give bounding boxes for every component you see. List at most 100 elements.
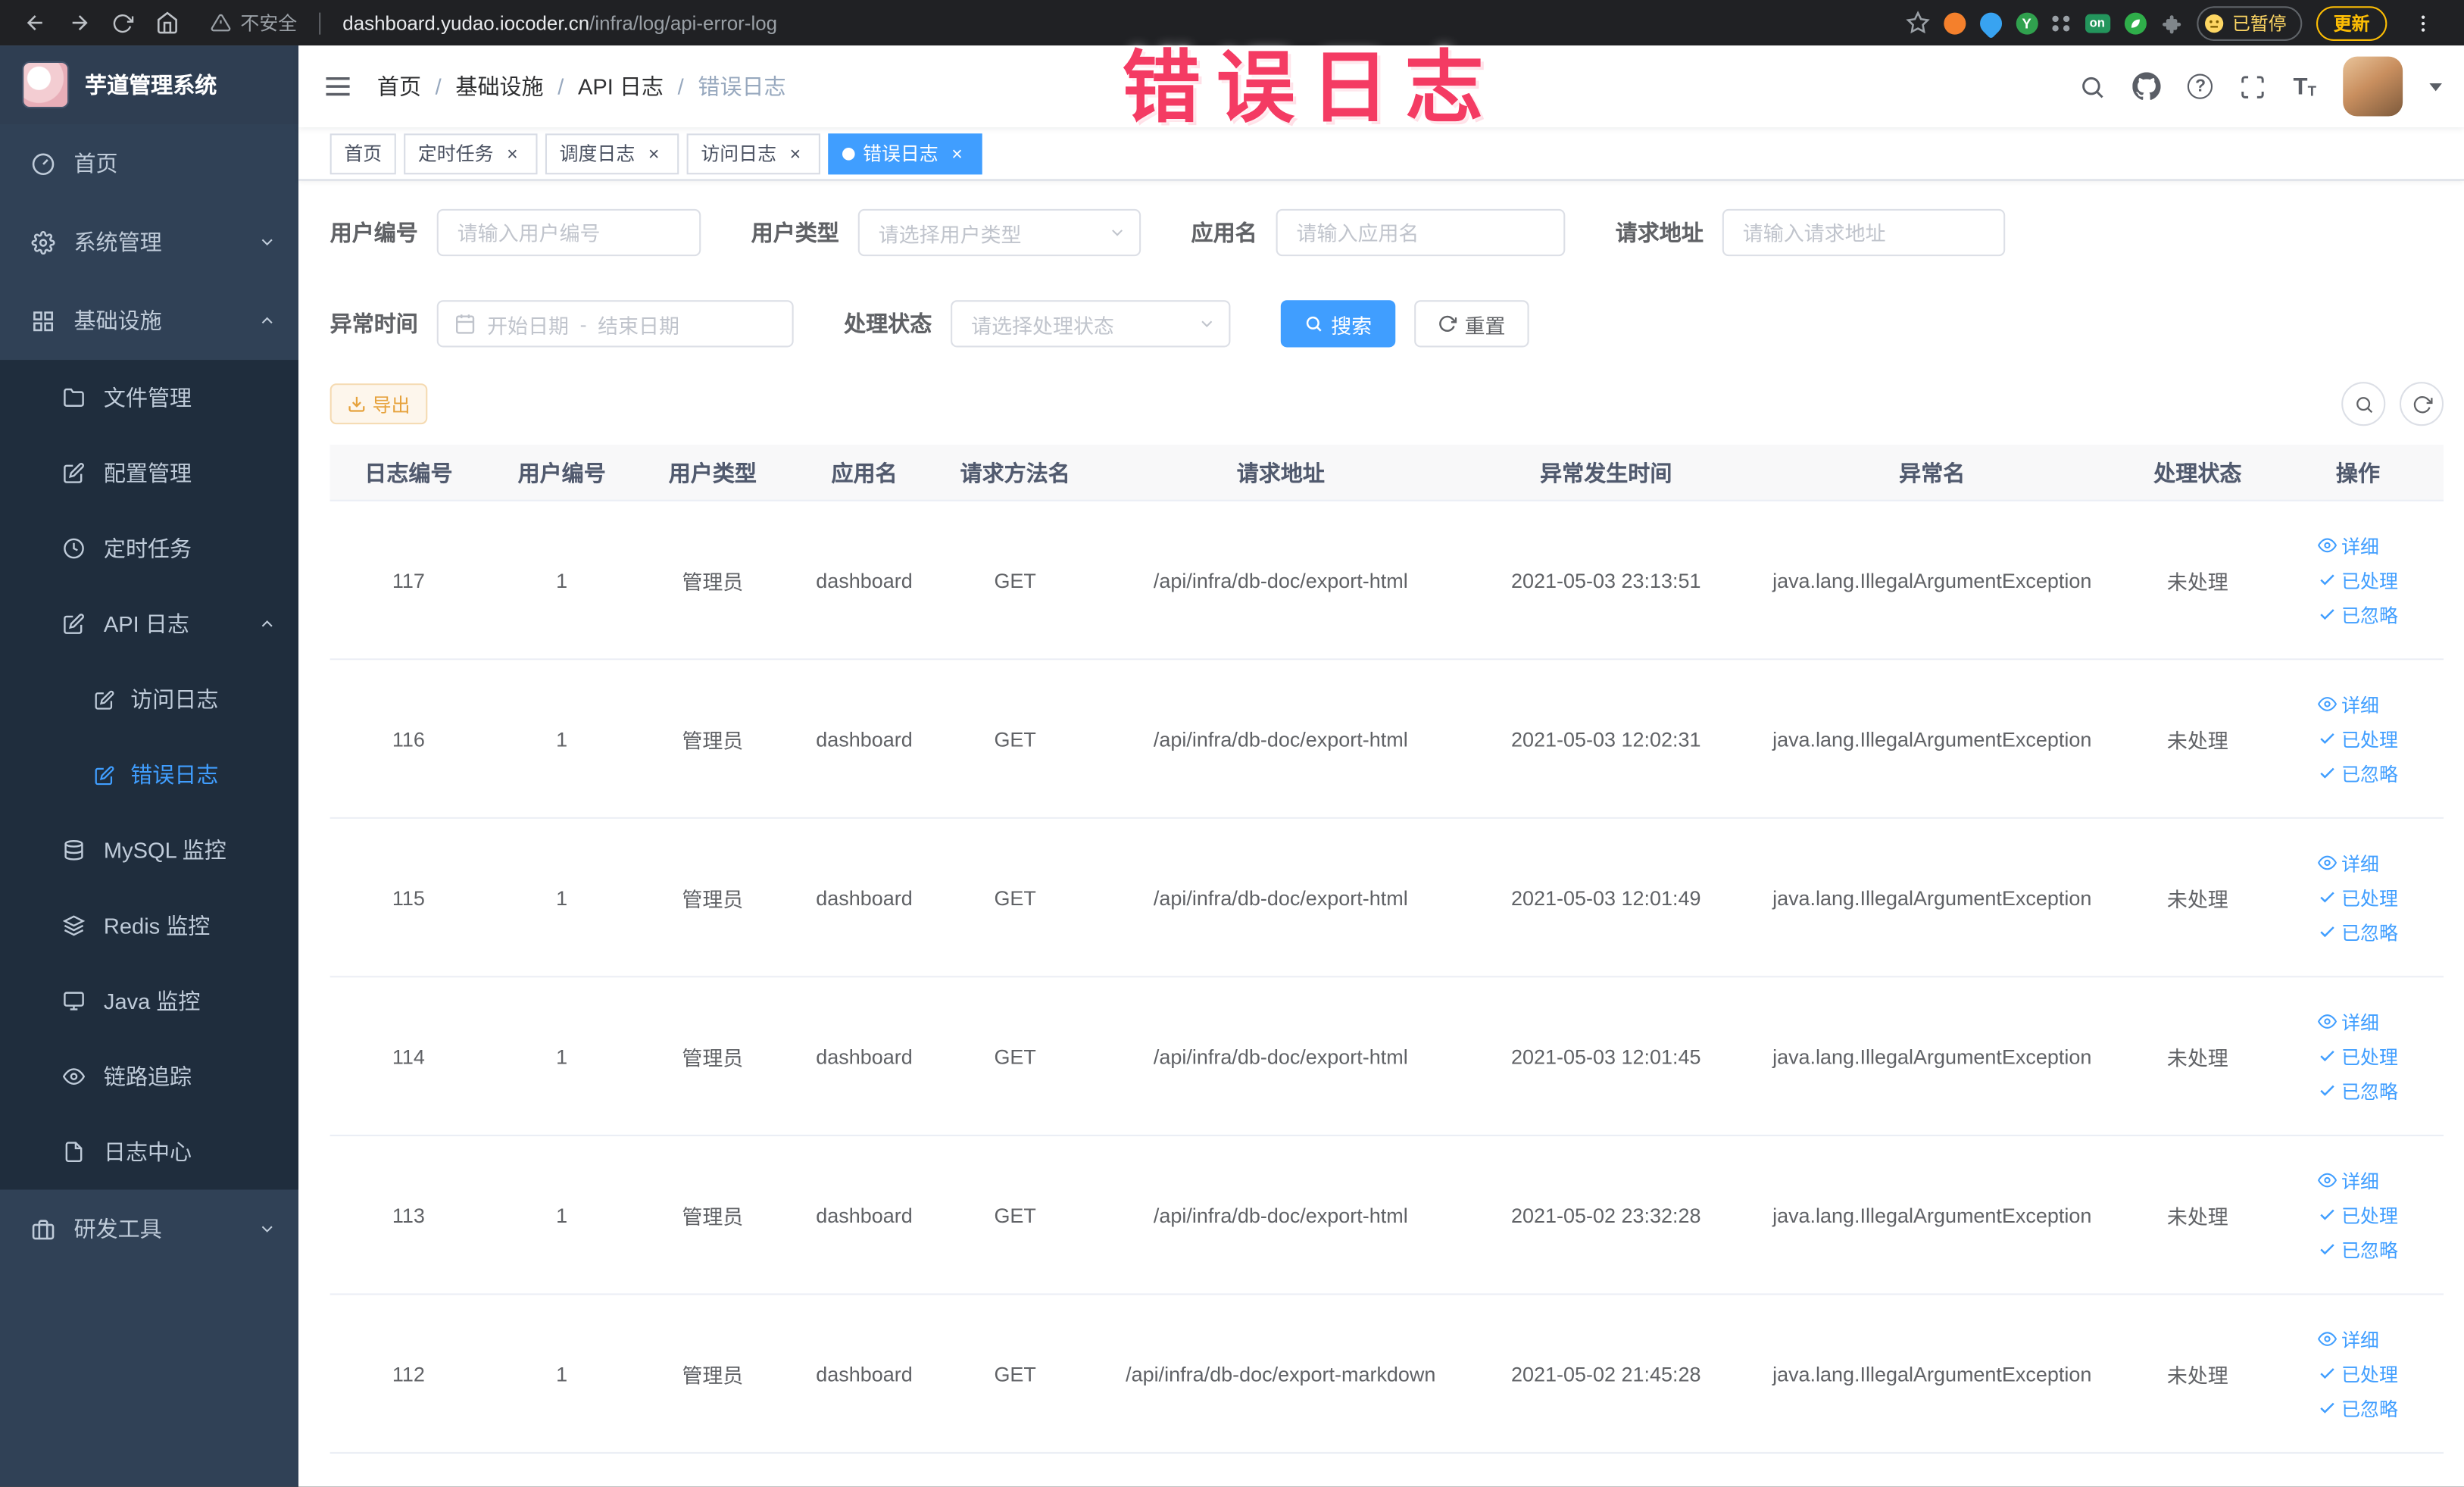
detail-link[interactable]: 详细 (2318, 1167, 2379, 1193)
user-avatar[interactable] (2343, 56, 2403, 117)
extensions-grid-icon[interactable] (2051, 14, 2071, 31)
check-icon (2318, 764, 2337, 783)
detail-link[interactable]: 详细 (2318, 1326, 2379, 1352)
sidebar-item-redis-monitor[interactable]: Redis 监控 (0, 888, 298, 964)
mark-ignored-link[interactable]: 已忽略 (2318, 1395, 2398, 1421)
font-size-icon[interactable]: TT (2294, 75, 2316, 98)
github-icon[interactable] (2132, 72, 2162, 100)
update-button[interactable]: 更新 (2316, 5, 2387, 40)
mark-ignored-link[interactable]: 已忽略 (2318, 1236, 2398, 1263)
filter-label: 用户类型 (751, 220, 839, 245)
tab-access-log[interactable]: 访问日志 × (686, 133, 821, 174)
search-icon[interactable] (2079, 73, 2106, 99)
app-logo[interactable]: 芋道管理系统 (0, 45, 299, 124)
sidebar-item-system-mgmt[interactable]: 系统管理 (0, 203, 298, 282)
sidebar-item-file-mgmt[interactable]: 文件管理 (0, 360, 298, 436)
detail-link[interactable]: 详细 (2318, 1008, 2379, 1035)
mark-ignored-link[interactable]: 已忽略 (2318, 601, 2398, 628)
warning-icon (211, 14, 231, 32)
sidebar-item-dev-tools[interactable]: 研发工具 (0, 1189, 298, 1268)
user-id-input[interactable] (436, 208, 701, 257)
sidebar-item-api-log[interactable]: API 日志 (0, 586, 298, 662)
caret-down-icon[interactable] (2429, 82, 2442, 91)
sidebar-item-error-log[interactable]: 错误日志 (0, 737, 298, 813)
mark-processed-link[interactable]: 已处理 (2318, 884, 2398, 911)
tab-home[interactable]: 首页 (329, 133, 396, 174)
close-icon[interactable]: × (784, 142, 806, 164)
mark-ignored-label: 已忽略 (2341, 604, 2398, 626)
close-icon[interactable]: × (946, 142, 968, 164)
app-name-input[interactable] (1276, 208, 1566, 257)
kebab-menu-icon[interactable] (2404, 4, 2442, 42)
extension-icon-paw[interactable] (2160, 12, 2182, 34)
process-status-select[interactable]: 请选择处理状态 (951, 300, 1231, 348)
toggle-search-button[interactable] (2341, 382, 2386, 426)
extension-icon-y[interactable]: Y (2016, 11, 2038, 34)
mark-ignored-link[interactable]: 已忽略 (2318, 1077, 2398, 1104)
exception-time-range[interactable]: 开始日期 - 结束日期 (436, 300, 794, 348)
reset-button[interactable]: 重置 (1414, 300, 1529, 348)
back-icon[interactable] (16, 4, 54, 42)
tab-label: 访问日志 (701, 142, 776, 165)
fullscreen-icon[interactable] (2240, 73, 2266, 99)
sidebar-item-java-monitor[interactable]: Java 监控 (0, 964, 298, 1039)
mark-ignored-link[interactable]: 已忽略 (2318, 760, 2398, 786)
mark-processed-link[interactable]: 已处理 (2318, 1360, 2398, 1387)
edit-icon (94, 764, 114, 785)
breadcrumb-api-log[interactable]: API 日志 (578, 70, 664, 102)
mark-processed-link[interactable]: 已处理 (2318, 567, 2398, 593)
extension-icon-blue-drop[interactable] (1975, 7, 2006, 39)
sidebar-item-trace[interactable]: 链路追踪 (0, 1039, 298, 1114)
export-button-label: 导出 (372, 393, 411, 416)
sidebar-item-mysql-monitor[interactable]: MySQL 监控 (0, 813, 298, 889)
screen: 不安全 dashboard.yudao.iocoder.cn/infra/log… (0, 0, 2464, 1487)
clock-icon (63, 538, 85, 560)
sidebar-item-home[interactable]: 首页 (0, 124, 298, 203)
search-icon (1304, 314, 1323, 333)
breadcrumb-infrastructure[interactable]: 基础设施 (455, 70, 543, 102)
address-bar[interactable]: 不安全 dashboard.yudao.iocoder.cn/infra/log… (211, 9, 777, 36)
forward-icon[interactable] (60, 4, 98, 42)
mark-processed-link[interactable]: 已处理 (2318, 1043, 2398, 1070)
extension-on-badge[interactable]: on (2085, 13, 2110, 33)
filter-user-id: 用户编号 (330, 208, 701, 257)
cell-method: GET (994, 886, 1036, 910)
extension-icon-orange[interactable] (1943, 11, 1966, 34)
refresh-table-button[interactable] (2399, 382, 2444, 426)
tab-error-log[interactable]: 错误日志 × (828, 133, 982, 174)
close-icon[interactable]: × (643, 142, 665, 164)
request-url-input[interactable] (1722, 208, 2006, 257)
tab-dispatch-log[interactable]: 调度日志 × (545, 133, 679, 174)
sidebar-item-config-mgmt[interactable]: 配置管理 (0, 436, 298, 511)
home-icon[interactable] (148, 4, 186, 42)
user-type-select[interactable]: 请选择用户类型 (857, 208, 1141, 257)
detail-link[interactable]: 详细 (2318, 532, 2379, 558)
close-icon[interactable]: × (501, 142, 523, 164)
tab-scheduled-tasks[interactable]: 定时任务 × (404, 133, 538, 174)
cell-status: 未处理 (2166, 887, 2228, 911)
help-icon[interactable]: ? (2188, 73, 2213, 99)
mark-ignored-link[interactable]: 已忽略 (2318, 919, 2398, 945)
export-button[interactable]: 导出 (329, 383, 428, 425)
filter-row-1: 用户编号 用户类型 请选择用户类型 应用名 (330, 208, 2444, 257)
sidebar-item-log-center[interactable]: 日志中心 (0, 1114, 298, 1190)
extension-icon-leaf[interactable] (2123, 11, 2146, 34)
sidebar-item-access-log[interactable]: 访问日志 (0, 661, 298, 737)
sidebar-item-label: 基础设施 (73, 308, 162, 333)
detail-link[interactable]: 详细 (2318, 849, 2379, 876)
paused-badge[interactable]: 已暂停 (2196, 5, 2303, 40)
reload-icon[interactable] (104, 4, 142, 42)
hamburger-icon[interactable] (298, 70, 377, 102)
bookmark-star-icon[interactable] (1905, 11, 1930, 35)
chevron-up-icon (258, 311, 276, 330)
mark-processed-link[interactable]: 已处理 (2318, 725, 2398, 751)
cell-log-id: 115 (392, 886, 425, 910)
search-button[interactable]: 搜索 (1280, 300, 1396, 348)
cell-actions: 详细 已处理 已忽略 (2272, 1008, 2444, 1104)
mark-processed-link[interactable]: 已处理 (2318, 1201, 2398, 1228)
breadcrumb-home[interactable]: 首页 (377, 70, 421, 102)
detail-link[interactable]: 详细 (2318, 691, 2379, 717)
sidebar-item-scheduled-tasks[interactable]: 定时任务 (0, 511, 298, 586)
sidebar-item-infrastructure[interactable]: 基础设施 (0, 281, 298, 360)
eye-icon (2318, 1012, 2337, 1031)
